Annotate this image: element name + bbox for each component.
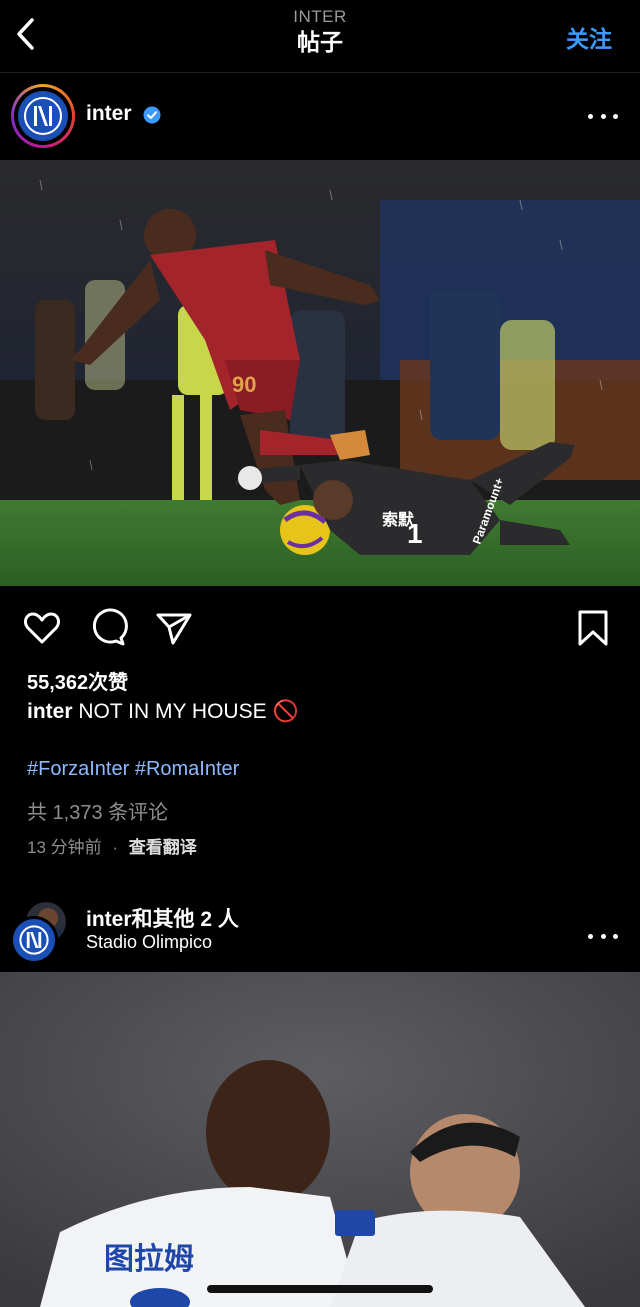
post-page: INTER 帖子 关注 inter 90 索默 1 Paramount+ 55,… — [0, 0, 640, 1307]
more-options-button[interactable] — [588, 924, 618, 948]
share-button[interactable] — [154, 608, 194, 648]
meta-separator: · — [112, 838, 119, 857]
post-header: inter — [0, 74, 640, 158]
nav-titles: INTER 帖子 — [0, 7, 640, 57]
player-name: 图拉姆 — [104, 1242, 194, 1277]
post2-username[interactable]: inter和其他 2 人 — [86, 903, 239, 933]
home-indicator — [207, 1285, 433, 1293]
post-photo[interactable]: 90 索默 1 Paramount+ — [0, 160, 640, 586]
inter-logo-icon — [19, 925, 49, 955]
comment-button[interactable] — [88, 608, 128, 648]
inter-logo-avatar — [18, 91, 68, 141]
post2-photo[interactable]: 图拉姆 — [0, 972, 640, 1307]
more-options-button[interactable] — [588, 104, 618, 128]
post-username[interactable]: inter — [86, 102, 132, 126]
post2-location[interactable]: Stadio Olimpico — [86, 932, 212, 953]
more-options-icon — [588, 113, 593, 119]
attacker-number: 90 — [232, 372, 256, 397]
follow-button[interactable]: 关注 — [566, 20, 612, 54]
nav-account-name: INTER — [293, 7, 347, 26]
nav-page-title: 帖子 — [297, 29, 343, 55]
verified-badge-icon — [143, 106, 161, 124]
inter-logo-icon — [24, 97, 62, 135]
caption-username[interactable]: inter — [27, 700, 73, 723]
post-actions — [0, 604, 640, 648]
inter-avatar[interactable] — [10, 916, 58, 964]
comment-icon — [92, 608, 128, 646]
like-button[interactable] — [22, 608, 62, 648]
post2-header: inter和其他 2 人 Stadio Olimpico — [0, 892, 640, 970]
share-icon — [156, 613, 192, 645]
post-timestamp: 13 分钟前 — [27, 838, 102, 857]
top-navigation-bar: INTER 帖子 关注 — [0, 0, 640, 73]
like-count[interactable]: 55,362次赞 — [27, 666, 128, 695]
keeper-number: 1 — [407, 518, 423, 549]
football-action-photo: 90 索默 1 Paramount+ — [0, 160, 640, 586]
heart-icon — [24, 612, 60, 644]
caption-text: NOT IN MY HOUSE 🚫 — [78, 700, 299, 723]
bookmark-button[interactable] — [574, 608, 614, 648]
see-translation-link[interactable]: 查看翻译 — [129, 838, 197, 857]
post-meta-row: 13 分钟前 · 查看翻译 — [27, 833, 197, 858]
avatar-story-ring[interactable] — [11, 84, 75, 148]
hashtag-links[interactable]: #ForzaInter #RomaInter — [27, 758, 239, 781]
more-options-icon — [588, 933, 593, 939]
players-embrace-photo: 图拉姆 — [0, 972, 640, 1307]
view-comments-link[interactable]: 共 1,373 条评论 — [27, 796, 168, 825]
post-caption: inter NOT IN MY HOUSE 🚫 — [27, 700, 299, 724]
bookmark-icon — [578, 610, 608, 646]
